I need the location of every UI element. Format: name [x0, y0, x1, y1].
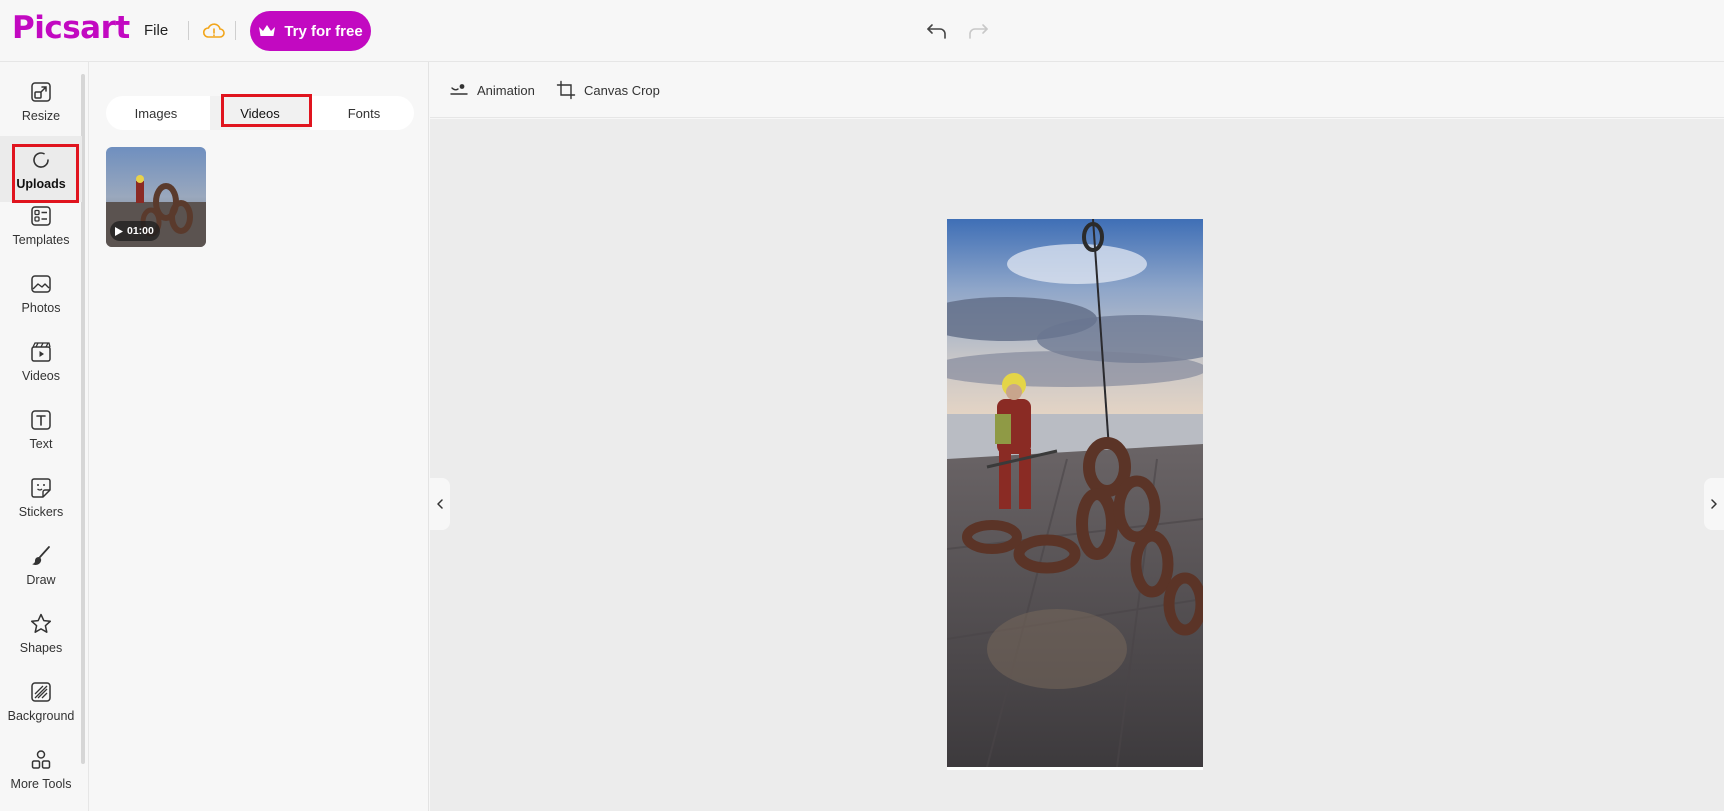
chevron-right-icon [1711, 499, 1717, 509]
sidebar-item-background[interactable]: Background [0, 668, 82, 734]
more-tools-icon [31, 750, 51, 769]
sidebar-item-label: Text [29, 437, 53, 451]
sidebar-item-label: More Tools [10, 777, 72, 791]
animation-icon [450, 84, 468, 95]
sidebar-item-label: Videos [22, 369, 60, 383]
videos-icon [31, 342, 51, 362]
crop-icon [556, 80, 576, 100]
top-bar: Picsart File Try for free [0, 0, 1724, 62]
try-for-free-button[interactable]: Try for free [250, 11, 371, 51]
sidebar-item-label: Draw [26, 573, 56, 587]
draw-icon [32, 546, 50, 565]
divider [235, 21, 236, 40]
templates-icon [31, 206, 51, 226]
sidebar-item-label: Uploads [16, 177, 66, 191]
sidebar-item-draw[interactable]: Draw [0, 532, 82, 598]
divider [188, 21, 189, 40]
sidebar-item-label: Photos [21, 301, 61, 315]
sidebar-item-label: Background [7, 709, 75, 723]
chevron-left-icon [437, 499, 443, 509]
tab-videos[interactable]: Videos [210, 96, 310, 130]
stickers-icon [31, 478, 51, 498]
tab-images[interactable]: Images [106, 96, 206, 130]
cloud-save-icon[interactable] [202, 20, 226, 42]
sidebar-item-label: Templates [12, 233, 70, 247]
sidebar-item-more-tools[interactable]: More Tools [0, 736, 82, 802]
media-tabs: Images Videos Fonts [106, 96, 414, 130]
video-frame-image [947, 219, 1203, 767]
undo-icon[interactable] [924, 18, 950, 44]
sidebar-item-resize[interactable]: Resize [0, 68, 82, 134]
workspace-toolbar: Animation Canvas Crop [430, 62, 1724, 118]
uploads-panel: Images Videos Fonts 01:00 [90, 62, 429, 811]
picsart-logo[interactable]: Picsart [12, 10, 130, 46]
text-icon [31, 410, 51, 430]
sidebar-item-label: Stickers [18, 505, 64, 519]
photos-icon [31, 275, 51, 293]
expand-right-panel-button[interactable] [1704, 478, 1724, 530]
sidebar-item-shapes[interactable]: Shapes [0, 600, 82, 666]
video-duration-badge: 01:00 [110, 221, 160, 241]
collapse-panel-button[interactable] [430, 478, 450, 530]
sidebar-item-videos[interactable]: Videos [0, 328, 82, 394]
uploads-icon [33, 152, 49, 168]
background-icon [31, 682, 51, 702]
shapes-icon [30, 613, 52, 633]
sidebar-item-stickers[interactable]: Stickers [0, 464, 82, 530]
crown-icon [259, 25, 276, 36]
video-duration-label: 01:00 [127, 225, 154, 237]
canvas-crop-label: Canvas Crop [584, 82, 660, 98]
try-for-free-label: Try for free [284, 22, 363, 40]
animation-label: Animation [477, 82, 535, 98]
sidebar-item-text[interactable]: Text [0, 396, 82, 462]
tab-fonts[interactable]: Fonts [314, 96, 414, 130]
video-thumbnail[interactable]: 01:00 [106, 147, 206, 247]
redo-icon[interactable] [965, 18, 991, 44]
animation-button[interactable]: Animation [449, 80, 535, 100]
resize-icon [31, 82, 51, 102]
sidebar-item-templates[interactable]: Templates [0, 192, 82, 258]
canvas-video[interactable] [947, 219, 1203, 770]
file-menu[interactable]: File [144, 22, 168, 39]
play-icon [115, 226, 123, 236]
sidebar-item-label: Resize [21, 109, 61, 123]
left-sidebar: Resize Uploads Templates Photos Videos T… [0, 62, 89, 811]
sidebar-item-label: Shapes [19, 641, 63, 655]
sidebar-item-photos[interactable]: Photos [0, 260, 82, 326]
canvas-crop-button[interactable]: Canvas Crop [556, 80, 660, 100]
